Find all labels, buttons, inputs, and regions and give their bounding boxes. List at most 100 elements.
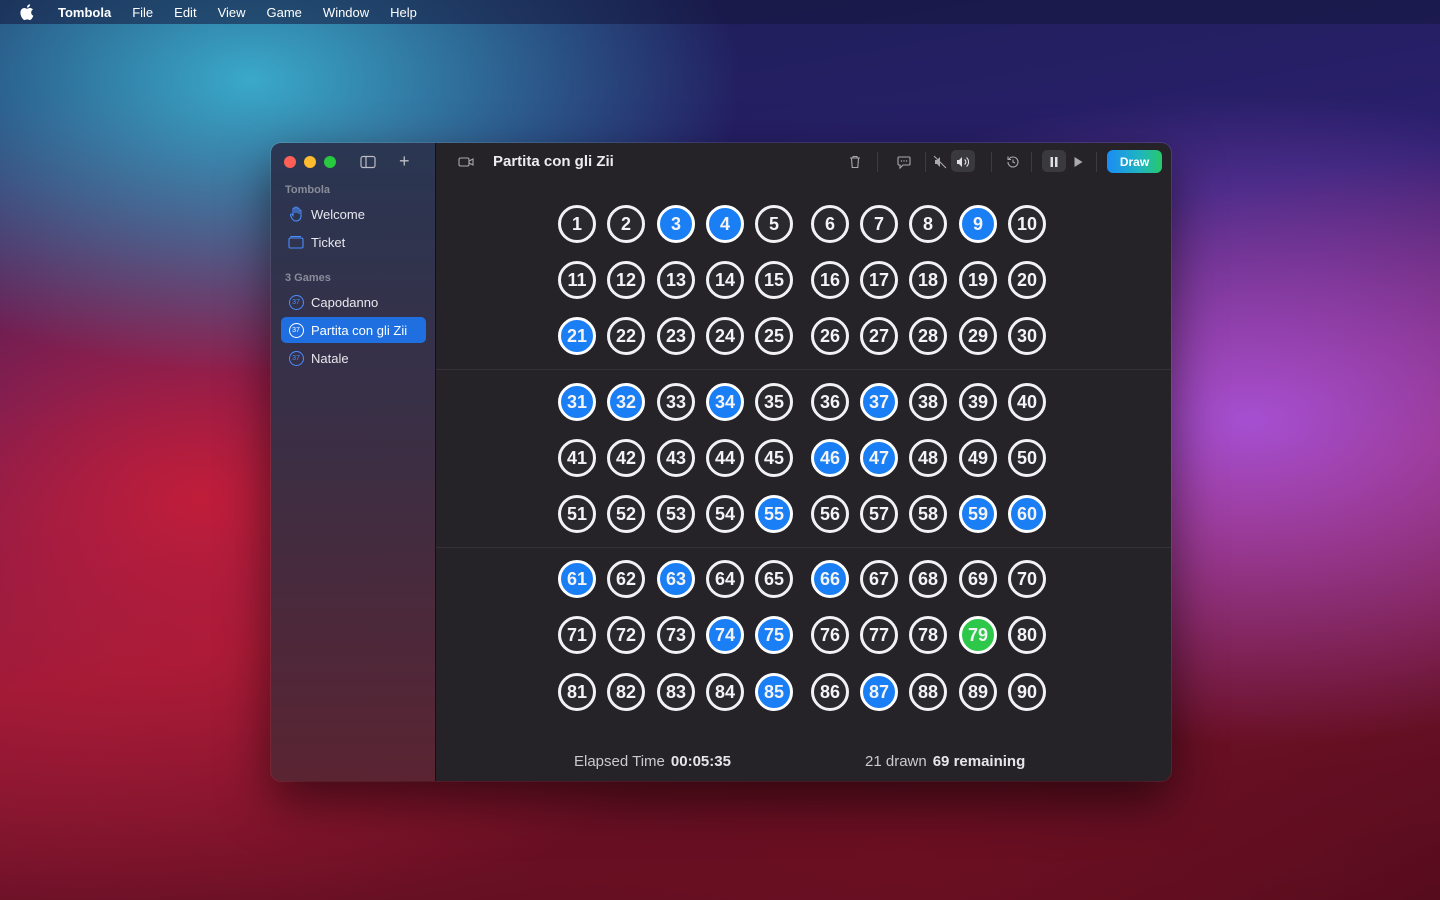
number-ball-19[interactable]: 19	[959, 261, 997, 299]
number-ball-4[interactable]: 4	[706, 205, 744, 243]
number-ball-86[interactable]: 86	[811, 673, 849, 711]
number-ball-15[interactable]: 15	[755, 261, 793, 299]
number-ball-5[interactable]: 5	[755, 205, 793, 243]
number-ball-82[interactable]: 82	[607, 673, 645, 711]
number-ball-2[interactable]: 2	[607, 205, 645, 243]
number-ball-45[interactable]: 45	[755, 439, 793, 477]
number-ball-79[interactable]: 79	[959, 616, 997, 654]
number-ball-53[interactable]: 53	[657, 495, 695, 533]
number-ball-37[interactable]: 37	[860, 383, 898, 421]
number-ball-70[interactable]: 70	[1008, 560, 1046, 598]
number-ball-54[interactable]: 54	[706, 495, 744, 533]
number-ball-47[interactable]: 47	[860, 439, 898, 477]
number-ball-26[interactable]: 26	[811, 317, 849, 355]
menu-app-name[interactable]: Tombola	[58, 5, 111, 20]
number-ball-41[interactable]: 41	[558, 439, 596, 477]
number-ball-8[interactable]: 8	[909, 205, 947, 243]
number-ball-34[interactable]: 34	[706, 383, 744, 421]
number-ball-85[interactable]: 85	[755, 673, 793, 711]
number-ball-38[interactable]: 38	[909, 383, 947, 421]
number-ball-81[interactable]: 81	[558, 673, 596, 711]
number-ball-35[interactable]: 35	[755, 383, 793, 421]
number-ball-7[interactable]: 7	[860, 205, 898, 243]
number-ball-65[interactable]: 65	[755, 560, 793, 598]
number-ball-69[interactable]: 69	[959, 560, 997, 598]
number-ball-87[interactable]: 87	[860, 673, 898, 711]
number-ball-83[interactable]: 83	[657, 673, 695, 711]
number-ball-22[interactable]: 22	[607, 317, 645, 355]
number-ball-80[interactable]: 80	[1008, 616, 1046, 654]
number-ball-27[interactable]: 27	[860, 317, 898, 355]
number-ball-84[interactable]: 84	[706, 673, 744, 711]
number-ball-12[interactable]: 12	[607, 261, 645, 299]
sidebar-item-capodanno[interactable]: 37 Capodanno	[281, 289, 426, 315]
number-ball-90[interactable]: 90	[1008, 673, 1046, 711]
number-ball-16[interactable]: 16	[811, 261, 849, 299]
number-ball-63[interactable]: 63	[657, 560, 695, 598]
number-ball-75[interactable]: 75	[755, 616, 793, 654]
number-ball-33[interactable]: 33	[657, 383, 695, 421]
number-ball-88[interactable]: 88	[909, 673, 947, 711]
number-ball-61[interactable]: 61	[558, 560, 596, 598]
number-ball-18[interactable]: 18	[909, 261, 947, 299]
number-ball-23[interactable]: 23	[657, 317, 695, 355]
menu-file[interactable]: File	[132, 5, 153, 20]
number-ball-77[interactable]: 77	[860, 616, 898, 654]
number-ball-21[interactable]: 21	[558, 317, 596, 355]
number-ball-25[interactable]: 25	[755, 317, 793, 355]
number-ball-20[interactable]: 20	[1008, 261, 1046, 299]
number-ball-40[interactable]: 40	[1008, 383, 1046, 421]
number-ball-59[interactable]: 59	[959, 495, 997, 533]
sidebar-item-welcome[interactable]: Welcome	[281, 201, 426, 227]
number-ball-55[interactable]: 55	[755, 495, 793, 533]
sidebar-item-partita-con-gli-zii[interactable]: 37 Partita con gli Zii	[281, 317, 426, 343]
number-ball-39[interactable]: 39	[959, 383, 997, 421]
number-ball-50[interactable]: 50	[1008, 439, 1046, 477]
number-ball-72[interactable]: 72	[607, 616, 645, 654]
number-ball-36[interactable]: 36	[811, 383, 849, 421]
number-ball-42[interactable]: 42	[607, 439, 645, 477]
number-ball-74[interactable]: 74	[706, 616, 744, 654]
number-ball-30[interactable]: 30	[1008, 317, 1046, 355]
menu-view[interactable]: View	[218, 5, 246, 20]
menu-edit[interactable]: Edit	[174, 5, 196, 20]
number-ball-52[interactable]: 52	[607, 495, 645, 533]
number-ball-3[interactable]: 3	[657, 205, 695, 243]
number-ball-89[interactable]: 89	[959, 673, 997, 711]
menu-help[interactable]: Help	[390, 5, 417, 20]
close-window-button[interactable]	[284, 156, 296, 168]
number-ball-51[interactable]: 51	[558, 495, 596, 533]
menu-game[interactable]: Game	[267, 5, 302, 20]
zoom-window-button[interactable]	[324, 156, 336, 168]
menu-window[interactable]: Window	[323, 5, 369, 20]
number-ball-31[interactable]: 31	[558, 383, 596, 421]
number-ball-10[interactable]: 10	[1008, 205, 1046, 243]
number-ball-62[interactable]: 62	[607, 560, 645, 598]
number-ball-64[interactable]: 64	[706, 560, 744, 598]
number-ball-1[interactable]: 1	[558, 205, 596, 243]
number-ball-14[interactable]: 14	[706, 261, 744, 299]
number-ball-57[interactable]: 57	[860, 495, 898, 533]
minimize-window-button[interactable]	[304, 156, 316, 168]
number-ball-28[interactable]: 28	[909, 317, 947, 355]
number-ball-32[interactable]: 32	[607, 383, 645, 421]
add-game-icon[interactable]: +	[399, 152, 410, 170]
number-ball-17[interactable]: 17	[860, 261, 898, 299]
number-ball-73[interactable]: 73	[657, 616, 695, 654]
number-ball-78[interactable]: 78	[909, 616, 947, 654]
number-ball-66[interactable]: 66	[811, 560, 849, 598]
number-ball-24[interactable]: 24	[706, 317, 744, 355]
number-ball-46[interactable]: 46	[811, 439, 849, 477]
apple-icon[interactable]	[20, 4, 36, 20]
number-ball-44[interactable]: 44	[706, 439, 744, 477]
number-ball-6[interactable]: 6	[811, 205, 849, 243]
sidebar-item-ticket[interactable]: Ticket	[281, 229, 426, 255]
number-ball-67[interactable]: 67	[860, 560, 898, 598]
number-ball-58[interactable]: 58	[909, 495, 947, 533]
number-ball-43[interactable]: 43	[657, 439, 695, 477]
number-ball-56[interactable]: 56	[811, 495, 849, 533]
number-ball-48[interactable]: 48	[909, 439, 947, 477]
number-ball-29[interactable]: 29	[959, 317, 997, 355]
number-ball-49[interactable]: 49	[959, 439, 997, 477]
number-ball-60[interactable]: 60	[1008, 495, 1046, 533]
